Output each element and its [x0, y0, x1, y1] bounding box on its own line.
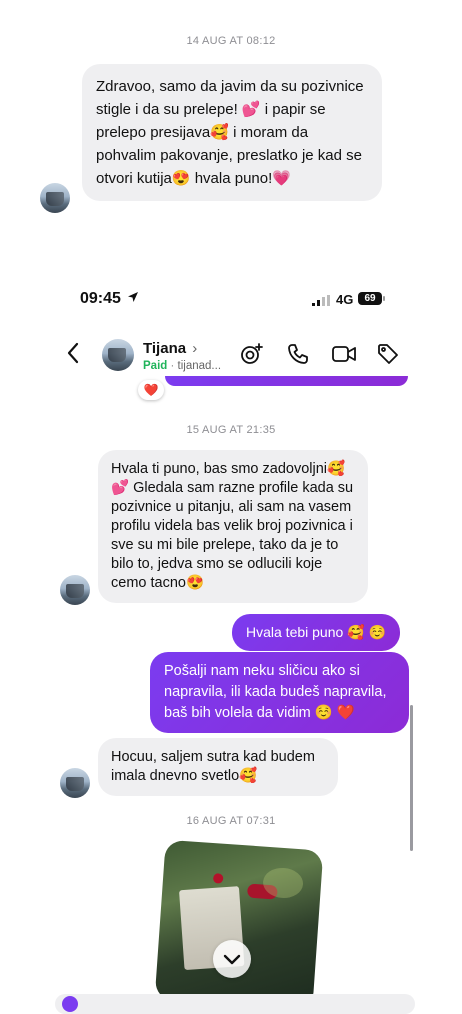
- contact-subtitle: Paid · tijanad...: [143, 360, 221, 372]
- chevron-right-icon: ›: [192, 340, 198, 357]
- back-button[interactable]: [66, 342, 80, 364]
- photo-message[interactable]: [154, 839, 324, 1011]
- message-text: Hvala ti puno, bas smo zadovoljni🥰 💕 Gle…: [111, 461, 354, 591]
- chevron-down-icon: [223, 954, 241, 965]
- tag-icon[interactable]: [377, 343, 399, 365]
- status-time: 09:45: [80, 290, 139, 308]
- scrollbar[interactable]: [410, 705, 413, 851]
- signal-icon: [312, 293, 330, 311]
- timestamp: 14 AUG AT 08:12: [186, 35, 276, 47]
- message-bubble-incoming[interactable]: Hvala ti puno, bas smo zadovoljni🥰 💕 Gle…: [98, 450, 368, 603]
- message-bubble-outgoing-partial[interactable]: [165, 376, 408, 386]
- add-effect-icon[interactable]: [240, 342, 264, 366]
- avatar[interactable]: [60, 575, 90, 605]
- message-text: Hocuu, saljem sutra kad budem imala dnev…: [111, 749, 315, 784]
- username: tijanad...: [177, 360, 222, 372]
- message-bubble-incoming[interactable]: Hocuu, saljem sutra kad budem imala dnev…: [98, 738, 338, 796]
- message-text: Pošalji nam neku sličicu ako si napravil…: [164, 663, 387, 721]
- message-bubble-outgoing[interactable]: Pošalji nam neku sličicu ako si napravil…: [150, 652, 409, 733]
- composer-bar[interactable]: [55, 994, 415, 1014]
- location-arrow-icon: [127, 290, 139, 308]
- scroll-down-button[interactable]: [213, 940, 251, 978]
- phone-icon[interactable]: [287, 343, 309, 365]
- timestamp: 15 AUG AT 21:35: [186, 424, 276, 436]
- battery-cap: [383, 296, 385, 301]
- battery-icon: 69: [358, 292, 382, 305]
- contact-name[interactable]: Tijana ›: [143, 340, 197, 357]
- avatar[interactable]: [40, 183, 70, 213]
- message-text: Hvala tebi puno 🥰 ☺️: [246, 624, 386, 640]
- timestamp: 16 AUG AT 07:31: [186, 815, 276, 827]
- paid-label: Paid: [143, 360, 168, 372]
- reaction-badge[interactable]: ❤️: [138, 380, 164, 400]
- avatar[interactable]: [60, 768, 90, 798]
- message-text: Zdravoo, samo da javim da su pozivnice s…: [96, 78, 364, 187]
- separator: ·: [170, 360, 175, 372]
- video-icon[interactable]: [331, 344, 357, 364]
- berry-decoration: [212, 873, 224, 884]
- reaction-heart-icon: ❤️: [143, 383, 159, 397]
- network-label: 4G: [336, 292, 354, 307]
- message-bubble-incoming[interactable]: Zdravoo, samo da javim da su pozivnice s…: [82, 64, 382, 201]
- camera-button[interactable]: [62, 996, 78, 1012]
- header-avatar[interactable]: [102, 339, 134, 371]
- message-bubble-outgoing[interactable]: Hvala tebi puno 🥰 ☺️: [232, 614, 400, 651]
